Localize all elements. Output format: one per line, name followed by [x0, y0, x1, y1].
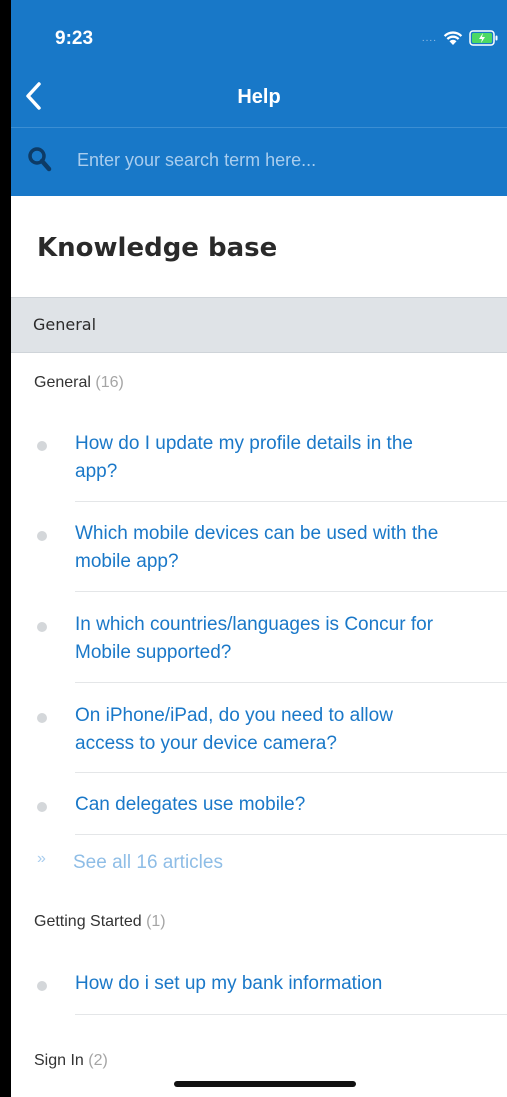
- search-bar: [11, 128, 507, 196]
- battery-charging-icon: [469, 30, 498, 46]
- group-label-sign-in: Sign In (2): [34, 1052, 108, 1070]
- header: 9:23 .... Help: [11, 0, 507, 196]
- group-name: Sign In: [34, 1052, 84, 1069]
- bullet-icon: [37, 531, 47, 541]
- divider: [75, 834, 507, 835]
- article-title[interactable]: How do I update my profile details in th…: [75, 430, 500, 486]
- home-indicator[interactable]: [174, 1081, 356, 1087]
- group-label-general: General (16): [34, 374, 124, 392]
- article-title[interactable]: Can delegates use mobile?: [75, 791, 500, 819]
- navbar: Help: [11, 64, 507, 128]
- search-input[interactable]: [77, 142, 487, 178]
- group-name: General: [34, 374, 91, 391]
- divider: [75, 1014, 507, 1015]
- divider: [75, 772, 507, 773]
- bullet-icon: [37, 622, 47, 632]
- group-count: (16): [95, 374, 124, 391]
- article-title[interactable]: In which countries/languages is Concur f…: [75, 611, 500, 667]
- section-label: General: [33, 315, 97, 334]
- see-all-label: See all 16 articles: [73, 852, 223, 873]
- group-count: (1): [146, 913, 166, 930]
- divider: [75, 591, 507, 592]
- see-all-articles-link[interactable]: » See all 16 articles: [11, 848, 507, 880]
- bullet-icon: [37, 713, 47, 723]
- search-icon: [28, 147, 52, 172]
- bullet-icon: [37, 802, 47, 812]
- group-name: Getting Started: [34, 913, 142, 930]
- help-screen: 9:23 .... Help Enter your search term he…: [11, 0, 507, 1097]
- status-icons: ....: [422, 28, 499, 48]
- bullet-icon: [37, 441, 47, 451]
- bullet-icon: [37, 981, 47, 991]
- double-chevron-right-icon: »: [37, 850, 46, 867]
- group-count: (2): [88, 1052, 108, 1069]
- status-time: 9:23: [55, 28, 94, 49]
- group-label-getting-started: Getting Started (1): [34, 913, 166, 931]
- section-header-general: General: [11, 297, 507, 353]
- wifi-icon: [443, 31, 463, 45]
- divider: [75, 682, 507, 683]
- page-title: Help: [237, 86, 281, 108]
- signal-icon: ....: [421, 32, 437, 44]
- article-title[interactable]: How do i set up my bank information: [75, 970, 500, 998]
- article-title[interactable]: On iPhone/iPad, do you need to allow acc…: [75, 702, 500, 758]
- article-title[interactable]: Which mobile devices can be used with th…: [75, 520, 500, 576]
- knowledge-base-heading: Knowledge base: [37, 233, 278, 263]
- divider: [75, 501, 507, 502]
